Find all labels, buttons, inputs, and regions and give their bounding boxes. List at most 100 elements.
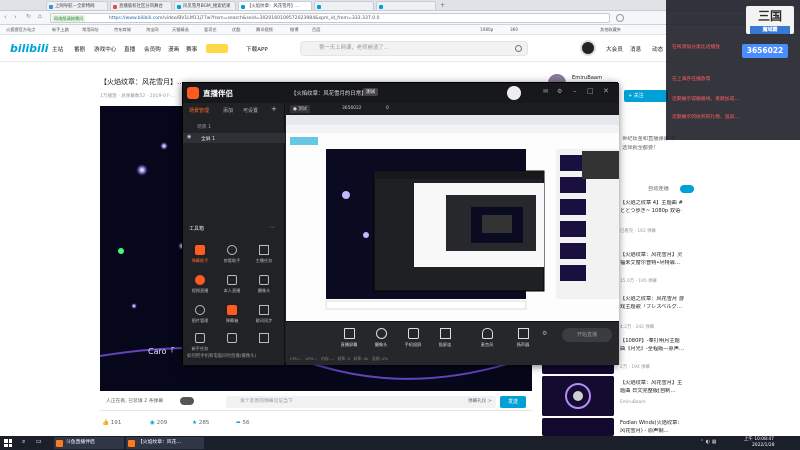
settings-icon[interactable]: ⚙ [557,88,562,95]
bookmark-item[interactable]: 360 [510,26,518,34]
clock-date[interactable]: 2022/1/28 [752,443,775,448]
tool-tasks[interactable]: 主播任务 [249,245,279,264]
screen-capture-button[interactable]: 直播屏幕 [334,328,364,348]
recommend-title[interactable]: 【火焰纹章：风花雪月】主 [620,380,682,387]
browser-tab[interactable]: 直播版权社区分目舞台 [110,1,172,10]
tool-image[interactable]: 图片管理 [185,305,215,324]
recommend-subtitle[interactable]: 风花雪月) - 原声钢… [620,428,669,435]
home-icon[interactable]: ⌂ [38,13,42,20]
uploader-name[interactable]: EmiruBaam [572,75,602,82]
nav-messages[interactable]: 消息 [630,45,641,53]
nav-item[interactable]: 主站 [52,45,63,53]
favorite-button[interactable]: ★ 285 [192,420,209,426]
send-danmaku-button[interactable]: 发送 [500,396,526,408]
stream-preview[interactable]: ● 测试 3656022 0 [286,103,619,321]
refresh-icon[interactable]: ↻ [26,13,31,20]
bookmark-item[interactable]: 优酷 [232,26,240,34]
recommend-title[interactable]: 【火焰纹章：风花雪月】灵 [620,252,682,259]
help-hint[interactable]: 如何把手机和电脑同时直播(摄像头) [187,353,256,359]
speaker-button[interactable]: 扬声器 [508,328,538,348]
tool-self-stream[interactable]: 本人直播 [217,275,247,294]
nav-item[interactable]: 赛事 [186,45,197,53]
recommend-subtitle[interactable]: 曲《月光》-全程版—原声… [620,346,684,353]
add-scene-icon[interactable]: + [271,105,277,113]
danmaku-toggle[interactable] [180,397,194,405]
clock-time[interactable]: 上午 10:08:47 [744,436,774,442]
recommend-title[interactable]: 【火焰之纹章 4】主题曲 # [620,200,683,207]
browser-tab[interactable]: 上网导航—全新特网 [46,1,108,10]
taskbar-app[interactable]: 【火焰纹章：风花… [126,437,204,449]
tab-scene-manage[interactable]: 场景管理 [189,107,209,114]
close-icon[interactable]: ✕ [603,87,609,95]
maximize-icon[interactable]: □ [587,87,594,95]
browser-tab[interactable] [376,1,436,10]
start-stream-button[interactable]: 开始直播 [562,328,612,342]
bookmark-item[interactable]: 腾讯视频 [256,26,273,34]
bookmark-item[interactable]: 其他收藏夹 [600,26,621,34]
search-input[interactable]: 第一天上网课，老师崩溃了… [300,41,528,56]
nav-item[interactable]: 游戏中心 [94,45,116,53]
tool-video[interactable]: 视频直播 [185,275,215,294]
tab-add[interactable]: 添加 [223,107,233,114]
tab-settings[interactable]: 可设置 [243,107,258,114]
task-view-icon[interactable]: ▭ [36,438,42,445]
coin-button[interactable]: ◉ 209 [150,420,167,426]
bookmark-item[interactable]: 天猫精选 [172,26,189,34]
browser-tab[interactable] [314,1,374,10]
nav-dynamics[interactable]: 动态 [652,45,663,53]
promo-badge-icon[interactable] [206,44,228,53]
browser-tab-active[interactable]: 【火焰纹章：风花雪月】… [238,1,312,10]
tool-newbie[interactable]: 新手任务 [185,333,215,352]
autoplay-toggle[interactable] [680,185,694,193]
like-button[interactable]: 👍 191 [102,420,121,426]
windows-start-icon[interactable] [4,439,12,447]
browser-tab[interactable]: 风见雪月BGM_搜索结果 [174,1,236,10]
tool-slot[interactable] [217,333,247,346]
avatar[interactable] [580,40,596,56]
streaming-app-window[interactable]: 直播伴侣 【火焰纹章：风花雪月的日常】 测试 ✉ ⚙ – □ ✕ 场景管理 添加… [182,82,619,365]
tool-slot[interactable] [249,333,279,346]
bookmark-item[interactable]: 爱奇艺 [204,26,217,34]
nav-item[interactable]: 漫画 [168,45,179,53]
tool-danmaku[interactable]: 弹幕助手 [185,245,215,264]
share-button[interactable]: ➦ 56 [236,420,250,426]
nav-item[interactable]: 会员购 [144,45,161,53]
camera-button[interactable]: 摄像头 [366,328,396,348]
back-icon[interactable]: ‹ [4,13,7,21]
forward-icon[interactable]: › [14,13,17,21]
bookmark-item[interactable]: 微博 [290,26,298,34]
microphone-button[interactable]: 麦克风 [472,328,502,348]
nav-vip[interactable]: 大会员 [606,45,623,53]
bookmark-item[interactable]: 常用网址 [82,26,99,34]
eye-icon[interactable]: ◉ [187,134,191,140]
more-icon[interactable]: ⋯ [269,224,275,231]
recommend-title[interactable]: Fodlan Winds(火焰纹章： [620,420,683,427]
bookmark-item[interactable]: 新手上路 [52,26,69,34]
minimize-icon[interactable]: – [573,87,577,95]
bookmark-item[interactable]: 1080p [480,26,493,34]
tool-lyrics[interactable]: 歌词同步 [249,305,279,324]
bookmark-item[interactable]: 京东商城 [114,26,131,34]
tool-room-admin[interactable]: 房管助手 [217,245,247,264]
nav-item[interactable]: 番剧 [74,45,85,53]
message-icon[interactable]: ✉ [543,88,548,95]
download-app-link[interactable]: 下载APP [246,45,268,53]
taskbar-app[interactable]: 斗鱼直播伴侣 [54,437,124,449]
tray-icons[interactable]: ⌃ ◐ ▦ [700,439,716,445]
tool-camera[interactable]: 摄像头 [249,275,279,294]
search-icon[interactable] [616,14,624,22]
search-icon[interactable] [515,45,522,52]
nav-item[interactable]: 直播 [124,45,135,53]
bookmark-item[interactable]: 百度 [312,26,320,34]
scene-item-row[interactable]: ◉ 全屏 1 [183,133,285,143]
recommend-thumbnail[interactable] [542,376,614,416]
recommend-subtitle[interactable]: 福未艾窗尔普特•尽特霖… [620,260,680,267]
recommend-subtitle[interactable]: 戏主题歌「フレスベルグ… [620,304,682,311]
recommend-subtitle[interactable]: ととつ歩き~ 1080p 双语· [620,208,682,215]
recommend-thumbnail[interactable] [542,418,614,436]
danmaku-input[interactable]: 发个友善的弹幕见证当下 [226,396,496,408]
recommend-subtitle[interactable]: 题曲 日文完整版[自制… [620,388,676,395]
recommend-title[interactable]: 【1080P】-奉打明月主题 [620,338,680,345]
scene-label[interactable]: 场景 1 [197,123,211,130]
bilibili-logo[interactable]: bilibili [10,42,48,55]
